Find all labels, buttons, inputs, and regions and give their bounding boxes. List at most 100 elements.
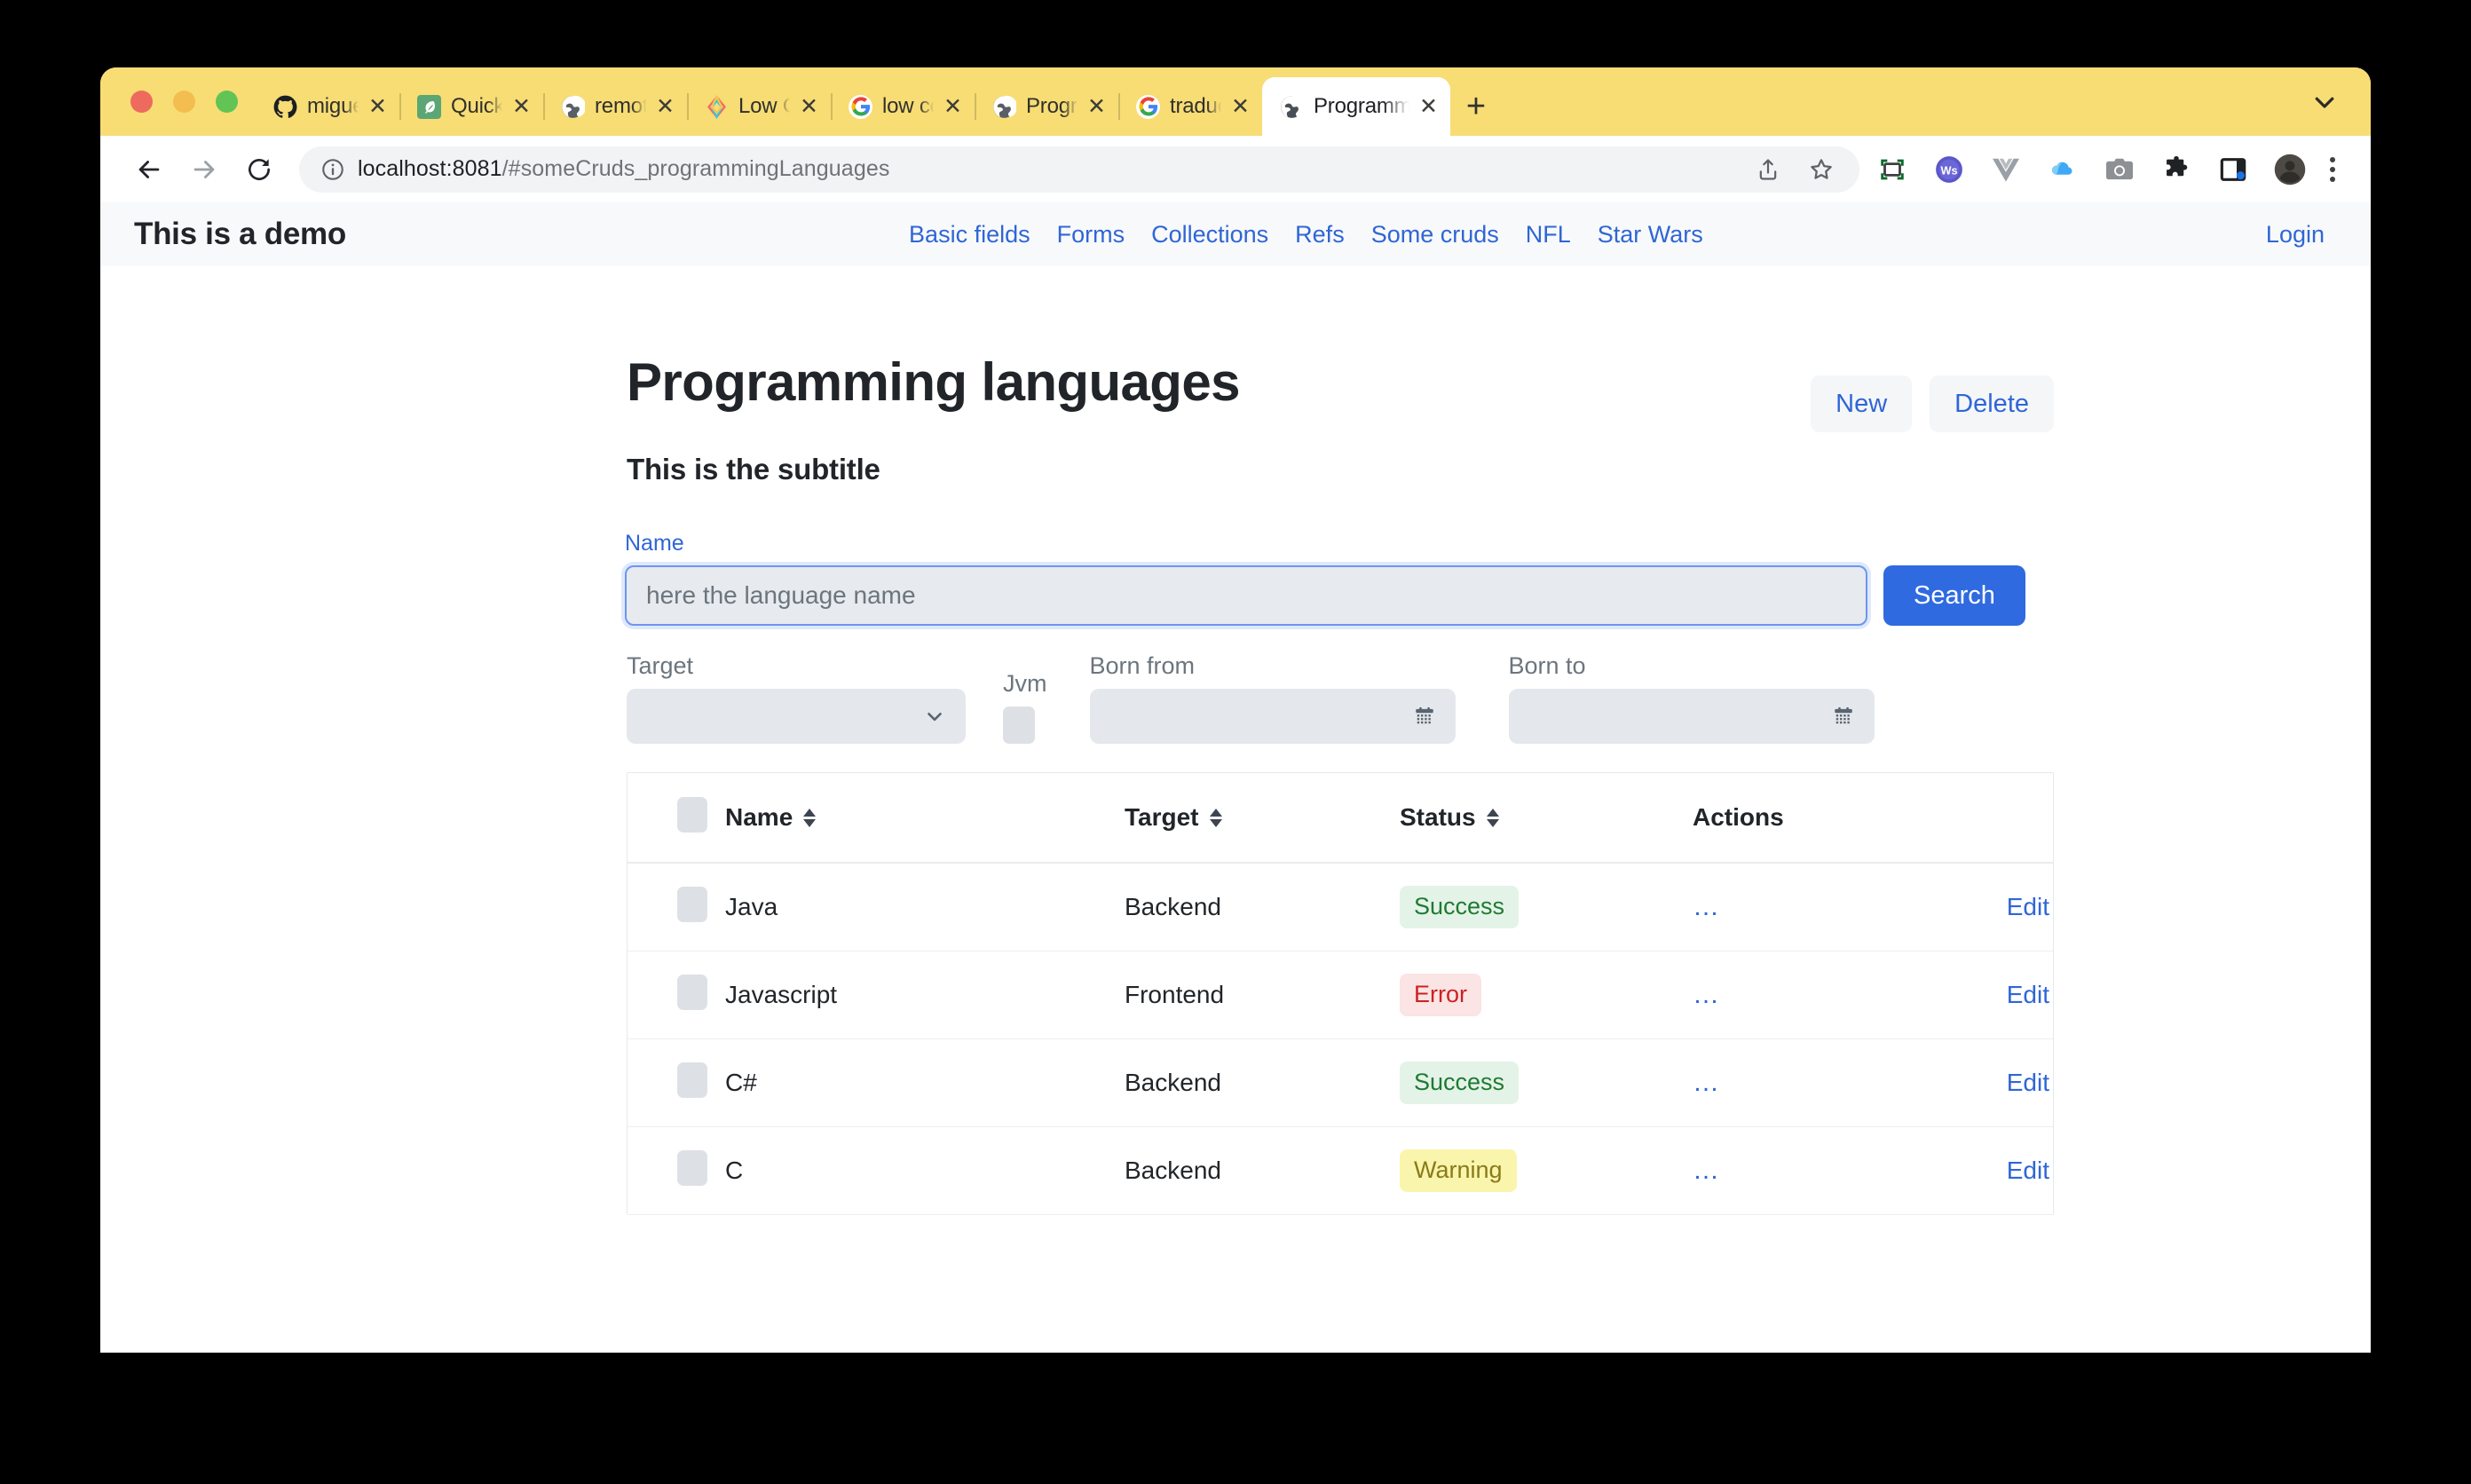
row-actions-menu-icon[interactable]: … [1693, 1068, 1721, 1097]
browser-tab[interactable]: Programmin ✕ [975, 77, 1118, 136]
close-icon[interactable]: ✕ [368, 95, 389, 118]
born-to-input[interactable] [1508, 689, 1875, 744]
languages-table: Name Target Status Actions Java Backend … [627, 772, 2054, 1215]
globe-icon [561, 95, 585, 119]
minimize-window-button[interactable] [173, 91, 195, 113]
cell-target: Backend [1125, 863, 1400, 951]
row-checkbox[interactable] [677, 974, 707, 1010]
vue-devtools-icon[interactable] [1989, 153, 2023, 186]
browser-tab-active[interactable]: Programmin ✕ [1262, 77, 1450, 136]
nav-link-some-cruds[interactable]: Some cruds [1371, 221, 1499, 249]
row-checkbox[interactable] [677, 886, 707, 922]
new-button[interactable]: New [1811, 375, 1913, 432]
table-row[interactable]: Java Backend Success … Edit [628, 863, 2053, 951]
search-button[interactable]: Search [1883, 565, 2025, 626]
close-icon[interactable]: ✕ [1087, 95, 1108, 118]
browser-window: miguelperez ✕ Quick Guide ✕ remote.mate … [100, 67, 2371, 1353]
tab-title: traductor - E [1170, 94, 1221, 118]
select-all-cell [628, 773, 725, 864]
window-traffic-lights [100, 67, 256, 136]
nav-link-refs[interactable]: Refs [1295, 221, 1345, 249]
side-panel-icon[interactable] [2216, 153, 2250, 186]
edit-link[interactable]: Edit [2007, 893, 2049, 920]
column-header-status[interactable]: Status [1400, 773, 1693, 864]
row-actions-menu-icon[interactable]: … [1693, 1156, 1721, 1185]
browser-tab[interactable]: miguelperez ✕ [256, 77, 399, 136]
sort-icon[interactable] [1209, 808, 1222, 827]
browser-tab[interactable]: Low Code Pl ✕ [687, 77, 831, 136]
login-link[interactable]: Login [2266, 221, 2325, 249]
nav-link-collections[interactable]: Collections [1151, 221, 1268, 249]
row-checkbox[interactable] [677, 1062, 707, 1098]
tab-title: Quick Guide [451, 94, 503, 118]
delete-button[interactable]: Delete [1930, 375, 2054, 432]
table-row[interactable]: C# Backend Success … Edit [628, 1038, 2053, 1127]
select-all-checkbox[interactable] [677, 796, 707, 833]
camera-icon[interactable] [2103, 153, 2136, 186]
column-label: Actions [1693, 803, 1784, 831]
close-icon[interactable]: ✕ [1419, 95, 1440, 118]
browser-tab[interactable]: Quick Guide ✕ [399, 77, 543, 136]
new-tab-button[interactable]: + [1450, 77, 1502, 136]
search-input[interactable] [625, 565, 1867, 626]
puzzle-extensions-icon[interactable] [2159, 153, 2193, 186]
table-row[interactable]: C Backend Warning … Edit [628, 1126, 2053, 1215]
cell-edit: Edit [1923, 1038, 2053, 1127]
table-row[interactable]: Javascript Frontend Error … Edit [628, 951, 2053, 1039]
calendar-icon[interactable] [1832, 705, 1855, 728]
globe-icon [992, 95, 1016, 119]
sort-icon[interactable] [1486, 808, 1499, 827]
back-icon[interactable] [122, 142, 177, 197]
tab-title: Programmin [1314, 94, 1410, 118]
profile-avatar-icon[interactable] [2273, 153, 2307, 186]
info-icon[interactable] [319, 155, 347, 184]
sort-icon[interactable] [803, 808, 817, 827]
cell-target: Frontend [1125, 951, 1400, 1039]
close-icon[interactable]: ✕ [1231, 95, 1251, 118]
close-icon[interactable]: ✕ [800, 95, 820, 118]
url-host: localhost:8081 [358, 156, 502, 181]
nav-link-basic-fields[interactable]: Basic fields [909, 221, 1030, 249]
maximize-window-button[interactable] [216, 91, 238, 113]
cell-name: Java [725, 863, 1125, 951]
browser-tab[interactable]: remote.mate ✕ [543, 77, 687, 136]
born-to-label: Born to [1508, 652, 1586, 679]
column-header-name[interactable]: Name [725, 773, 1125, 864]
cloud-icon[interactable] [2046, 153, 2080, 186]
address-bar[interactable]: localhost:8081/#someCruds_programmingLan… [299, 146, 1859, 193]
bookmark-star-icon[interactable] [1804, 153, 1838, 186]
edit-link[interactable]: Edit [2007, 1069, 2049, 1096]
close-icon[interactable]: ✕ [943, 95, 964, 118]
ws-extension-icon[interactable]: Ws [1932, 153, 1966, 186]
nav-link-star-wars[interactable]: Star Wars [1598, 221, 1703, 249]
row-actions-menu-icon[interactable]: … [1693, 980, 1721, 1009]
nav-link-forms[interactable]: Forms [1057, 221, 1125, 249]
reload-icon[interactable] [232, 142, 287, 197]
born-from-input[interactable] [1089, 689, 1456, 744]
screenshot-capture-icon[interactable] [1875, 153, 1909, 186]
app-brand[interactable]: This is a demo [134, 217, 346, 252]
jvm-checkbox[interactable] [1003, 706, 1035, 744]
column-header-target[interactable]: Target [1125, 773, 1400, 864]
calendar-icon[interactable] [1413, 705, 1436, 728]
edit-link[interactable]: Edit [2007, 1156, 2049, 1184]
share-icon[interactable] [1751, 153, 1785, 186]
edit-link[interactable]: Edit [2007, 981, 2049, 1008]
row-checkbox[interactable] [677, 1149, 707, 1186]
browser-tab[interactable]: traductor - E ✕ [1118, 77, 1262, 136]
browser-tab[interactable]: low code ap ✕ [831, 77, 975, 136]
forward-icon[interactable] [177, 142, 232, 197]
close-icon[interactable]: ✕ [656, 95, 676, 118]
jvm-label: Jvm [1003, 670, 1047, 697]
column-label: Status [1400, 803, 1476, 831]
nav-link-nfl[interactable]: NFL [1526, 221, 1571, 249]
target-select[interactable] [627, 689, 966, 744]
app-navbar: This is a demo Basic fields Forms Collec… [100, 202, 2371, 266]
close-icon[interactable]: ✕ [512, 95, 533, 118]
more-menu-icon[interactable] [2317, 151, 2348, 188]
tab-search-chevron-down-icon[interactable] [2305, 83, 2344, 122]
cell-name: C [725, 1126, 1125, 1215]
close-window-button[interactable] [130, 91, 153, 113]
row-actions-menu-icon[interactable]: … [1693, 892, 1721, 921]
search-block: Name Search [625, 531, 2054, 626]
